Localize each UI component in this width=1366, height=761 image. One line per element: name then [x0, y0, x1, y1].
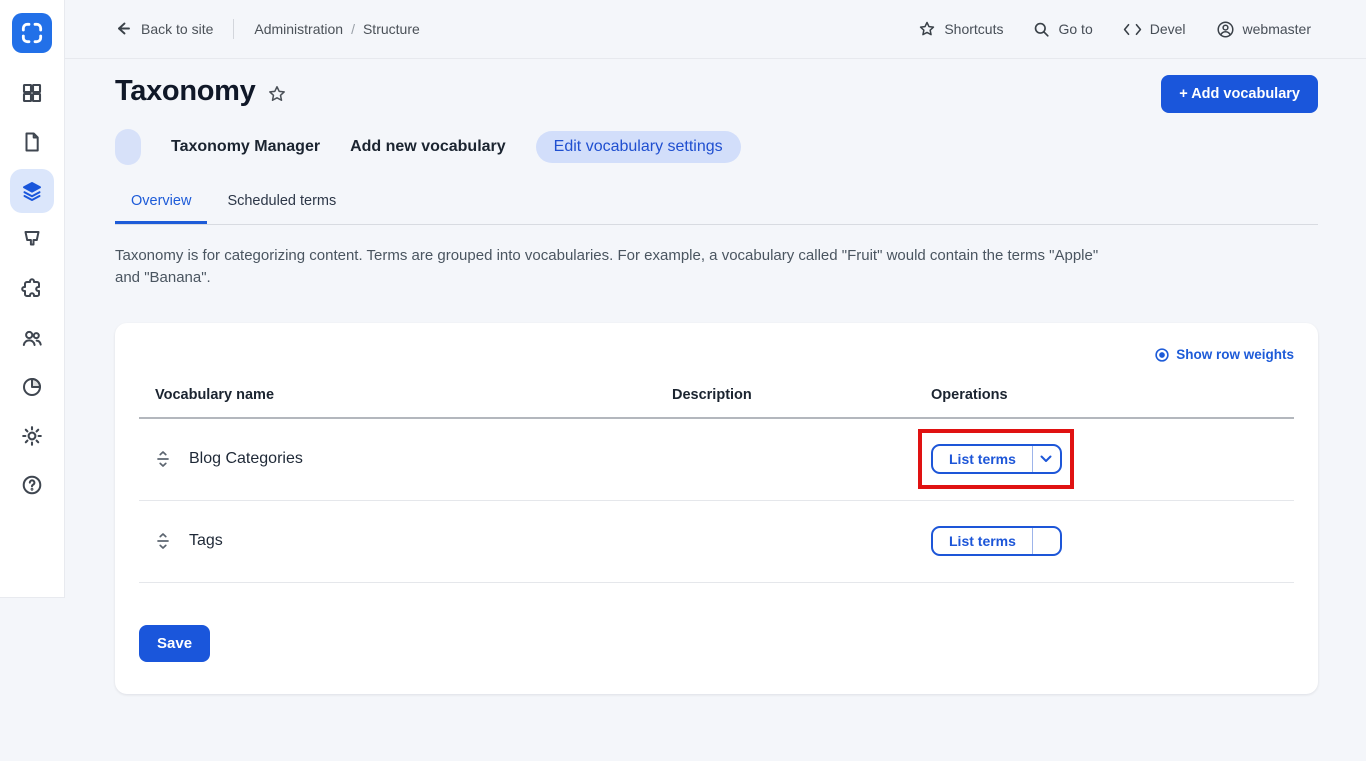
code-icon: [1123, 22, 1142, 37]
drag-handle-icon[interactable]: [155, 450, 171, 468]
gear-icon: [20, 424, 44, 448]
shortcuts-label: Shortcuts: [944, 21, 1003, 37]
sidebar-item-structure[interactable]: [10, 169, 54, 213]
sidebar-item-dashboard[interactable]: [10, 71, 54, 115]
sidebar-item-extend[interactable]: [10, 267, 54, 311]
table-row: Tags List terms: [139, 501, 1294, 583]
secondary-tabs: Overview Scheduled terms: [115, 183, 1318, 225]
frame-logo-icon: [19, 20, 45, 46]
save-button[interactable]: Save: [139, 625, 210, 662]
grid-icon: [20, 81, 44, 105]
back-to-site-link[interactable]: Back to site: [115, 20, 213, 38]
breadcrumb-structure[interactable]: Structure: [363, 21, 420, 37]
eye-icon: [1154, 347, 1170, 363]
tab-edit-vocabulary-settings[interactable]: Edit vocabulary settings: [536, 131, 741, 163]
table-row: Blog Categories List terms: [139, 419, 1294, 501]
user-menu[interactable]: webmaster: [1216, 20, 1311, 39]
operations-toggle-button[interactable]: [1032, 528, 1060, 554]
tab-taxonomy-manager[interactable]: Taxonomy Manager: [171, 131, 320, 163]
back-to-site-label: Back to site: [141, 21, 213, 37]
goto-label: Go to: [1058, 21, 1092, 37]
add-vocabulary-button[interactable]: + Add vocabulary: [1161, 75, 1318, 113]
page-title: Taxonomy: [115, 75, 255, 108]
star-outline-icon[interactable]: [267, 84, 287, 104]
breadcrumb-administration[interactable]: Administration: [254, 21, 343, 37]
column-header-operations: Operations: [915, 377, 1294, 417]
breadcrumb-separator: /: [351, 21, 355, 37]
help-icon: [20, 473, 44, 497]
table-header-row: Vocabulary name Description Operations: [139, 377, 1294, 419]
sidebar-item-help[interactable]: [10, 463, 54, 507]
site-logo[interactable]: [12, 13, 52, 53]
chevron-down-icon: [1040, 455, 1052, 463]
admin-topbar: Back to site Administration / Structure …: [65, 0, 1366, 59]
sidebar-item-people[interactable]: [10, 316, 54, 360]
operations-dropbutton: List terms: [931, 444, 1062, 474]
devel-button[interactable]: Devel: [1123, 21, 1186, 37]
devel-label: Devel: [1150, 21, 1186, 37]
puzzle-icon: [20, 277, 44, 301]
primary-tabs: Taxonomy Manager Add new vocabulary Edit…: [115, 129, 1318, 165]
column-header-vocabulary-name: Vocabulary name: [139, 377, 656, 417]
list-terms-button[interactable]: List terms: [933, 528, 1032, 554]
tab-overview[interactable]: Overview: [115, 183, 207, 224]
layers-icon: [20, 179, 44, 203]
paint-roller-icon: [20, 228, 44, 252]
pie-chart-icon: [20, 375, 44, 399]
taxonomy-description: Taxonomy is for categorizing content. Te…: [115, 245, 1127, 289]
goto-button[interactable]: Go to: [1033, 21, 1092, 38]
tab-pill-stub[interactable]: [115, 129, 141, 165]
username-label: webmaster: [1243, 21, 1311, 37]
document-icon: [20, 130, 44, 154]
sidebar-item-content[interactable]: [10, 120, 54, 164]
topbar-divider: [233, 19, 234, 39]
vocabulary-name: Tags: [189, 532, 223, 550]
search-icon: [1033, 21, 1050, 38]
drag-handle-icon[interactable]: [155, 532, 171, 550]
star-icon: [918, 20, 936, 38]
shortcuts-button[interactable]: Shortcuts: [918, 20, 1003, 38]
show-row-weights-label: Show row weights: [1176, 347, 1294, 362]
column-header-description: Description: [656, 377, 915, 417]
vocabulary-table: Vocabulary name Description Operations B…: [139, 377, 1294, 583]
main-area: Back to site Administration / Structure …: [65, 0, 1366, 694]
back-arrow-icon: [115, 20, 133, 38]
sidebar-item-reports[interactable]: [10, 365, 54, 409]
admin-sidebar: [0, 0, 65, 598]
tab-scheduled-terms[interactable]: Scheduled terms: [211, 183, 352, 224]
list-terms-button[interactable]: List terms: [933, 446, 1032, 472]
sidebar-item-appearance[interactable]: [10, 218, 54, 262]
user-icon: [1216, 20, 1235, 39]
tab-add-new-vocabulary[interactable]: Add new vocabulary: [350, 131, 506, 163]
sidebar-item-configuration[interactable]: [10, 414, 54, 458]
show-row-weights-link[interactable]: Show row weights: [1154, 347, 1294, 363]
operations-toggle-button[interactable]: [1032, 446, 1060, 472]
vocabulary-name: Blog Categories: [189, 450, 303, 468]
breadcrumb: Administration / Structure: [254, 21, 419, 37]
people-icon: [20, 326, 44, 350]
vocabulary-panel: Show row weights Vocabulary name Descrip…: [115, 323, 1318, 694]
operations-dropbutton: List terms: [931, 526, 1062, 556]
